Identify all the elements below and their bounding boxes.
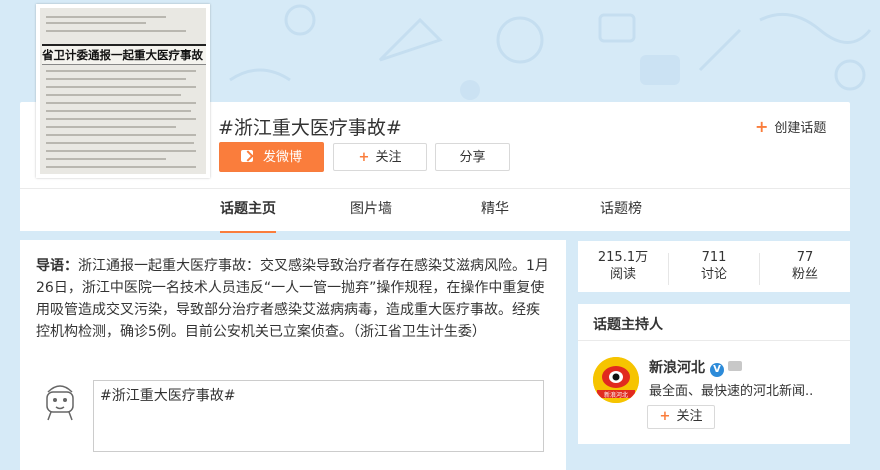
post-button-label: 发微博 [262,150,302,165]
plus-icon: + [358,150,370,165]
stat-value: 77 [796,250,814,265]
stat-discussions: 711 讨论 [669,249,759,283]
paper-text-line [46,70,196,72]
follow-host-label: 关注 [676,409,703,424]
plus-icon: + [755,117,769,136]
tab-featured[interactable]: 精华 [481,189,509,231]
stat-value: 711 [701,250,727,265]
paper-text-line [46,134,196,136]
newspaper-clipping: 省卫计委通报一起重大医疗事故 [40,8,206,174]
user-avatar-icon [38,378,82,422]
stat-fans: 77 粉丝 [760,249,850,283]
plus-icon: + [659,409,671,424]
verified-icon: V [710,363,724,377]
paper-text-line [46,30,186,32]
tab-label: 话题主页 [220,201,276,217]
paper-text-line [46,118,196,120]
stat-label: 讨论 [700,267,727,282]
follow-host-button[interactable]: + 关注 [647,405,715,429]
share-button-label: 分享 [459,150,486,165]
tab-label: 精华 [481,201,509,217]
tab-label: 话题榜 [600,201,642,217]
paper-text-line [46,166,196,168]
tab-photo-wall[interactable]: 图片墙 [350,189,392,231]
member-crown-icon [728,361,742,371]
host-name-row[interactable]: 新浪河北 V [649,357,742,377]
host-avatar[interactable]: 新浪河北 [593,357,639,403]
topic-stats-card: 215.1万 阅读 711 讨论 77 粉丝 [578,241,850,292]
host-section-title: 话题主持人 [593,317,663,333]
paper-text-line [46,142,194,144]
stat-label: 阅读 [609,267,636,282]
paper-text-line [46,110,191,112]
topic-introduction: 导语：浙江通报一起重大医疗事故：交叉感染导致治疗者存在感染艾滋病风险。1月26日… [36,255,552,343]
share-button[interactable]: 分享 [435,143,510,171]
intro-prefix: 导语： [36,258,78,274]
topic-tabs: 话题主页 图片墙 精华 话题榜 [20,188,850,233]
stat-value: 215.1万 [597,250,649,265]
paper-text-line [46,16,166,18]
topic-cover-image: 省卫计委通报一起重大医疗事故 [36,4,210,178]
create-topic-label: 创建话题 [774,121,827,136]
follow-button-label: 关注 [375,150,402,165]
tab-label: 图片墙 [350,201,392,217]
stat-label: 粉丝 [791,267,818,282]
paper-text-line [46,94,181,96]
intro-text: 浙江通报一起重大医疗事故：交叉感染导致治疗者存在感染艾滋病风险。1月26日，浙江… [36,258,549,340]
paper-text-line [46,78,186,80]
avatar-caption: 新浪河北 [604,391,628,399]
post-weibo-button[interactable]: 发微博 [219,142,324,172]
paper-text-line [46,126,176,128]
follow-topic-button[interactable]: + 关注 [333,143,427,171]
tab-home[interactable]: 话题主页 [220,189,276,233]
edit-icon [240,150,253,162]
divider [578,340,850,341]
paper-text-line [46,22,146,24]
tab-topic-ranking[interactable]: 话题榜 [600,189,642,231]
host-name: 新浪河北 [649,360,705,376]
paper-text-line [46,102,196,104]
post-composer-textarea[interactable]: #浙江重大医疗事故# [93,380,544,452]
paper-text-line [46,150,196,152]
paper-text-line [46,86,196,88]
host-description: 最全面、最快速的河北新闻.. [649,384,814,399]
paper-text-line [46,158,166,160]
create-topic-link[interactable]: + 创建话题 [755,117,826,136]
cover-headline: 省卫计委通报一起重大医疗事故 [42,44,206,65]
sina-eye-logo-icon: 新浪河北 [593,357,639,403]
topic-title: #浙江重大医疗事故# [218,117,402,139]
stat-reads: 215.1万 阅读 [578,249,668,283]
